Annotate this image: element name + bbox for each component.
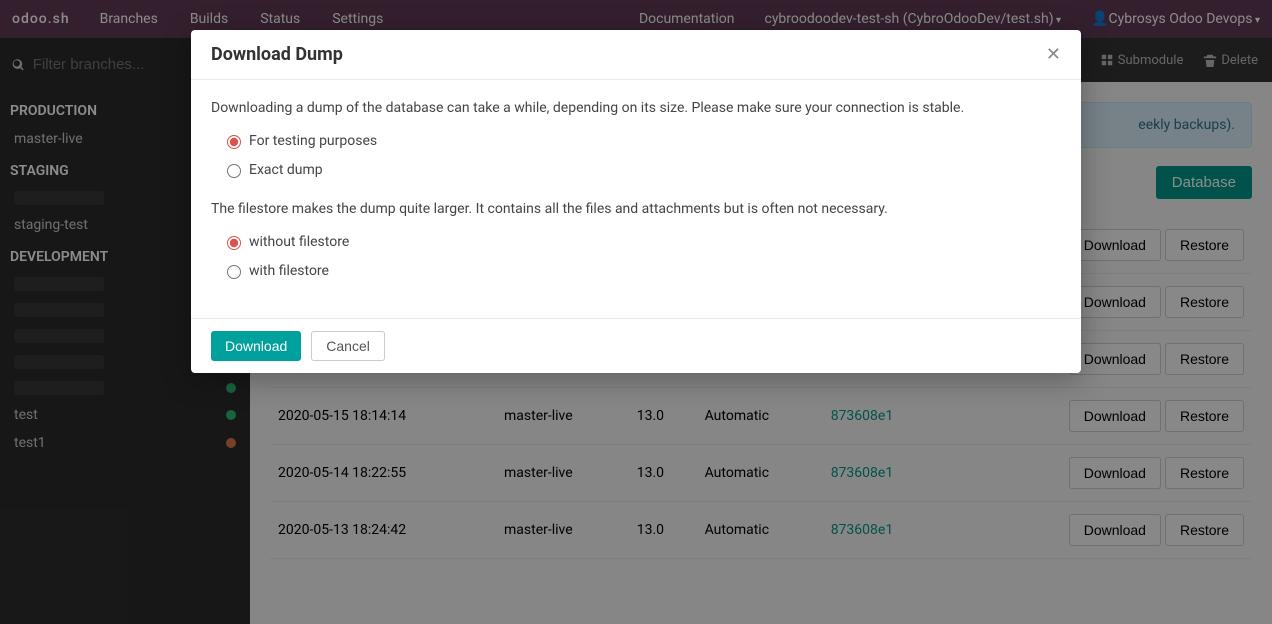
modal-description-1: Downloading a dump of the database can t… — [211, 98, 1061, 119]
dump-purpose-group: For testing purposes Exact dump — [211, 131, 1061, 181]
modal-body: Downloading a dump of the database can t… — [191, 80, 1081, 318]
cancel-button[interactable]: Cancel — [311, 331, 385, 361]
radio-exact-label: Exact dump — [249, 160, 323, 181]
radio-without-input[interactable] — [227, 236, 241, 250]
modal-header: Download Dump ✕ — [191, 30, 1081, 80]
download-button[interactable]: Download — [211, 331, 301, 361]
radio-exact-input[interactable] — [227, 164, 241, 178]
radio-testing-label: For testing purposes — [249, 131, 377, 152]
modal-description-2: The filestore makes the dump quite large… — [211, 199, 1061, 220]
radio-with-input[interactable] — [227, 265, 241, 279]
filestore-group: without filestore with filestore — [211, 232, 1061, 282]
radio-testing[interactable]: For testing purposes — [227, 131, 1061, 152]
close-icon[interactable]: ✕ — [1046, 44, 1061, 65]
radio-testing-input[interactable] — [227, 135, 241, 149]
modal-title: Download Dump — [211, 44, 343, 65]
radio-with-label: with filestore — [249, 261, 329, 282]
radio-without-label: without filestore — [249, 232, 349, 253]
radio-without-filestore[interactable]: without filestore — [227, 232, 1061, 253]
radio-exact[interactable]: Exact dump — [227, 160, 1061, 181]
download-dump-modal: Download Dump ✕ Downloading a dump of th… — [191, 30, 1081, 373]
modal-footer: Download Cancel — [191, 318, 1081, 373]
radio-with-filestore[interactable]: with filestore — [227, 261, 1061, 282]
